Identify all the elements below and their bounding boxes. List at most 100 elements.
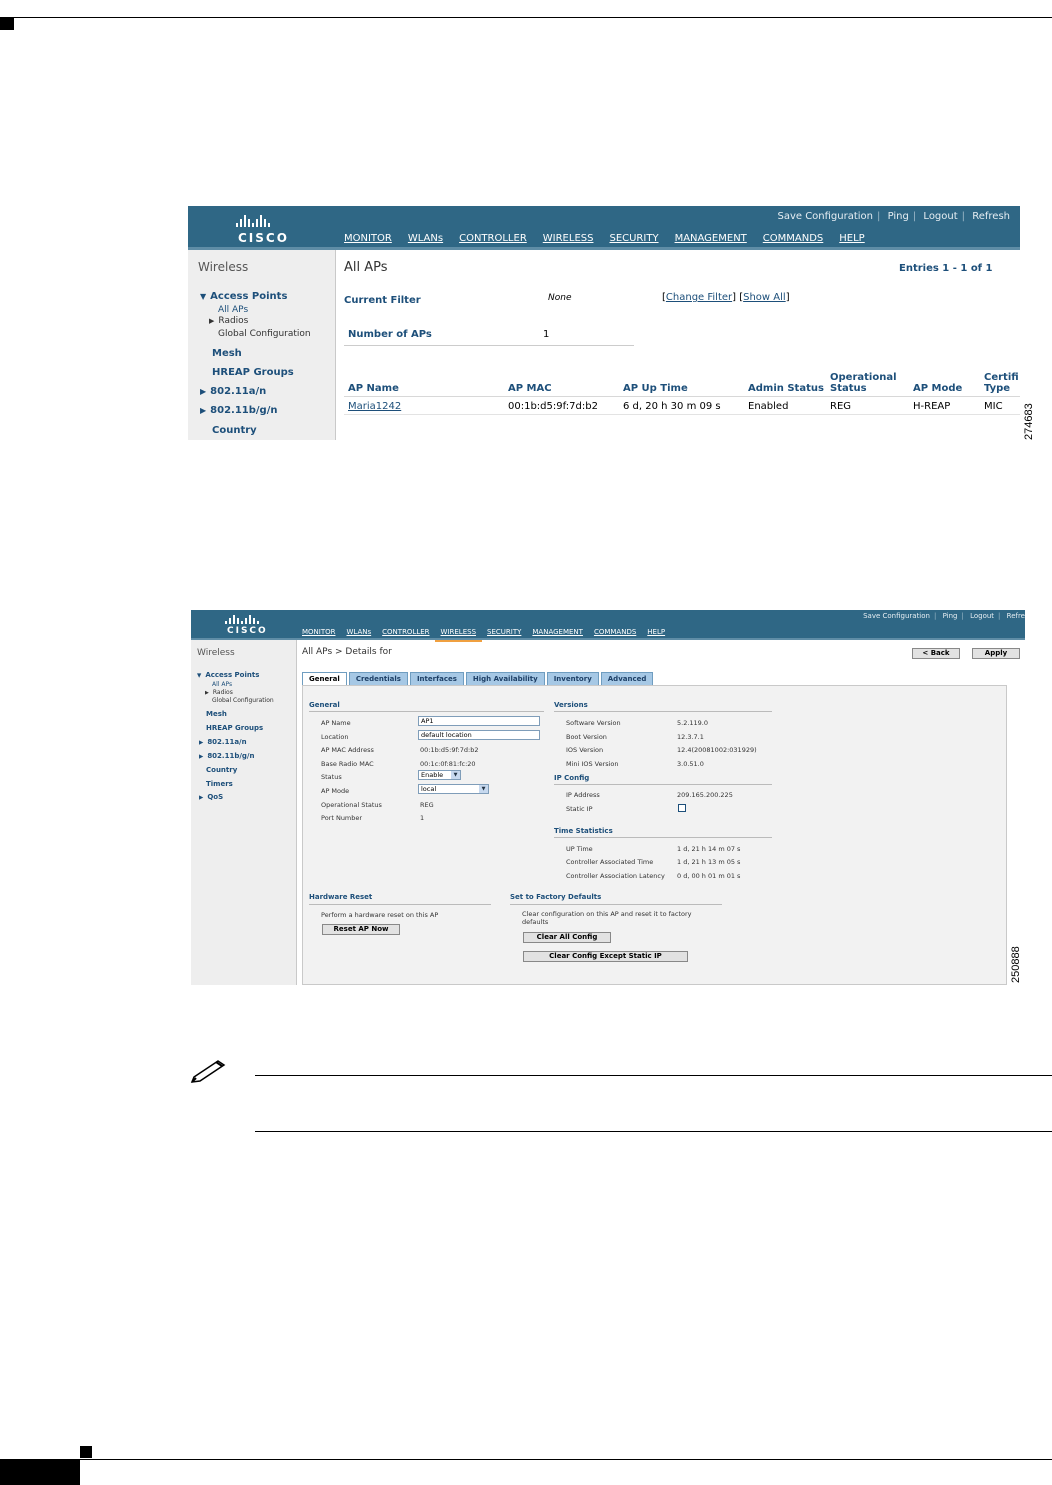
base-radio-mac-value: 00:1c:0f:81:fc:20 (420, 760, 476, 768)
tab-advanced[interactable]: Advanced (600, 672, 654, 685)
apply-button[interactable]: Apply (972, 648, 1020, 659)
logout-link[interactable]: Logout (923, 211, 957, 222)
reset-ap-now-button[interactable]: Reset AP Now (322, 924, 400, 935)
breadcrumb: All APs > Details for (302, 647, 392, 657)
sidebar-item-country[interactable]: Country (206, 766, 237, 774)
menu-controller[interactable]: CONTROLLER (459, 233, 527, 244)
menu-wireless[interactable]: WIRELESS (536, 233, 600, 250)
versions-heading: Versions (554, 701, 588, 709)
column-header-ap-mode[interactable]: AP Mode (913, 383, 962, 394)
refresh-link[interactable]: Refre (1007, 612, 1025, 620)
column-header-ap-name[interactable]: AP Name (348, 383, 399, 394)
ap-mode-select[interactable]: local ▼ (418, 784, 489, 794)
menu-help[interactable]: HELP (647, 628, 665, 636)
tab-inventory[interactable]: Inventory (546, 672, 599, 685)
menu-management[interactable]: MANAGEMENT (675, 233, 747, 244)
column-header-ap-mac[interactable]: AP MAC (508, 383, 552, 394)
static-ip-label: Static IP (566, 805, 593, 813)
location-input[interactable]: default location (418, 730, 540, 740)
menu-monitor[interactable]: MONITOR (344, 233, 392, 244)
tab-general[interactable]: General (302, 672, 347, 685)
ping-link[interactable]: Ping (943, 612, 958, 620)
sidebar-item-access-points[interactable]: ▼ Access Points (197, 671, 259, 679)
tab-high-availability[interactable]: High Availability (465, 672, 545, 685)
change-filter-link[interactable]: Change Filter (666, 292, 732, 303)
sidebar-item-country[interactable]: Country (212, 425, 257, 436)
sidebar-item-access-points[interactable]: ▼ Access Points (200, 291, 287, 302)
ping-link[interactable]: Ping (888, 211, 909, 222)
menu-management[interactable]: MANAGEMENT (532, 628, 583, 636)
sidebar-item-all-aps[interactable]: All APs (218, 305, 248, 315)
software-version-value: 5.2.119.0 (677, 719, 709, 727)
menu-wlans[interactable]: WLANs (408, 233, 443, 244)
menu-controller[interactable]: CONTROLLER (382, 628, 429, 636)
menu-security[interactable]: SECURITY (609, 233, 658, 244)
column-header-admin-status[interactable]: Admin Status (748, 383, 824, 394)
menu-wireless[interactable]: WIRELESS (434, 628, 483, 642)
clear-config-except-static-ip-button[interactable]: Clear Config Except Static IP (523, 951, 688, 962)
menu-help[interactable]: HELP (839, 233, 864, 244)
sidebar-item-radios[interactable]: ▶ Radios (209, 316, 248, 326)
save-configuration-link[interactable]: Save Configuration (777, 211, 873, 222)
sidebar-item-802-11a-n[interactable]: ▶ 802.11a/n (200, 386, 266, 397)
general-panel (302, 685, 1007, 985)
column-header-ap-up-time[interactable]: AP Up Time (623, 383, 688, 394)
static-ip-checkbox[interactable] (678, 804, 686, 812)
page-title: All APs (344, 260, 388, 275)
row-divider (344, 414, 1020, 415)
sidebar-item-mesh[interactable]: Mesh (212, 348, 242, 359)
tab-interfaces[interactable]: Interfaces (409, 672, 464, 685)
current-filter-label: Current Filter (344, 295, 421, 306)
status-select[interactable]: Enable ▼ (418, 770, 461, 780)
tab-credentials[interactable]: Credentials (348, 672, 408, 685)
sidebar: Wireless ▼ Access Points All APs ▶ Radios … (188, 250, 336, 440)
ap-name-input[interactable]: AP1 (418, 716, 540, 726)
sidebar-item-all-aps[interactable]: All APs (212, 681, 232, 688)
sidebar-item-802-11b-g-n[interactable]: ▶ 802.11b/g/n (199, 752, 254, 760)
location-label: Location (321, 733, 349, 741)
menu-monitor[interactable]: MONITOR (302, 628, 336, 636)
header-corner-mark (0, 18, 14, 30)
column-header-certificate-type[interactable]: Certifi Type (984, 372, 1020, 394)
collapsed-triangle-icon: ▶ (199, 795, 204, 801)
sidebar-item-qos[interactable]: ▶ QoS (199, 793, 223, 801)
back-button[interactable]: < Back (912, 648, 960, 659)
logout-link[interactable]: Logout (970, 612, 994, 620)
ip-address-value: 209.165.200.225 (677, 791, 733, 799)
sidebar-item-802-11a-n[interactable]: ▶ 802.11a/n (199, 738, 247, 746)
cisco-logo-text: CISCO (227, 626, 268, 636)
top-links: Save Configuration | Ping | Logout | Refre (863, 612, 1025, 620)
column-header-operational-status[interactable]: Operational Status (830, 372, 902, 394)
collapsed-triangle-icon: ▶ (205, 690, 209, 696)
menu-security[interactable]: SECURITY (487, 628, 521, 636)
number-of-aps-label: Number of APs (348, 329, 432, 340)
clear-all-config-button[interactable]: Clear All Config (523, 932, 611, 943)
sidebar-item-global-configuration[interactable]: Global Configuration (212, 697, 274, 704)
ip-config-heading: IP Config (554, 774, 590, 782)
ap-name-link[interactable]: Maria1242 (348, 401, 401, 412)
sidebar-item-radios[interactable]: ▶ Radios (205, 689, 233, 696)
menu-commands[interactable]: COMMANDS (594, 628, 636, 636)
divider (554, 837, 772, 838)
sidebar-item-timers[interactable]: Timers (206, 780, 233, 788)
port-number-value: 1 (420, 814, 425, 822)
expanded-triangle-icon: ▼ (200, 292, 207, 301)
port-number-label: Port Number (321, 814, 363, 822)
sidebar-item-hreap-groups[interactable]: HREAP Groups (206, 724, 263, 732)
show-all-link[interactable]: Show All (743, 292, 786, 303)
save-configuration-link[interactable]: Save Configuration (863, 612, 930, 620)
sidebar-item-global-configuration[interactable]: Global Configuration (218, 329, 311, 339)
collapsed-triangle-icon: ▶ (209, 317, 215, 325)
collapsed-triangle-icon: ▶ (199, 740, 204, 746)
menu-wlans[interactable]: WLANs (347, 628, 372, 636)
sidebar-item-hreap-groups[interactable]: HREAP Groups (212, 367, 294, 378)
refresh-link[interactable]: Refresh (972, 211, 1010, 222)
menu-commands[interactable]: COMMANDS (763, 233, 823, 244)
sidebar-item-802-11b-g-n[interactable]: ▶ 802.11b/g/n (200, 405, 278, 416)
sidebar-item-mesh[interactable]: Mesh (206, 710, 227, 718)
admin-status-cell: Enabled (748, 401, 789, 412)
ap-name-label: AP Name (321, 719, 351, 727)
up-time-label: UP Time (566, 845, 593, 853)
note-rule-top (255, 1075, 1052, 1076)
up-time-value: 1 d, 21 h 14 m 07 s (677, 845, 741, 853)
